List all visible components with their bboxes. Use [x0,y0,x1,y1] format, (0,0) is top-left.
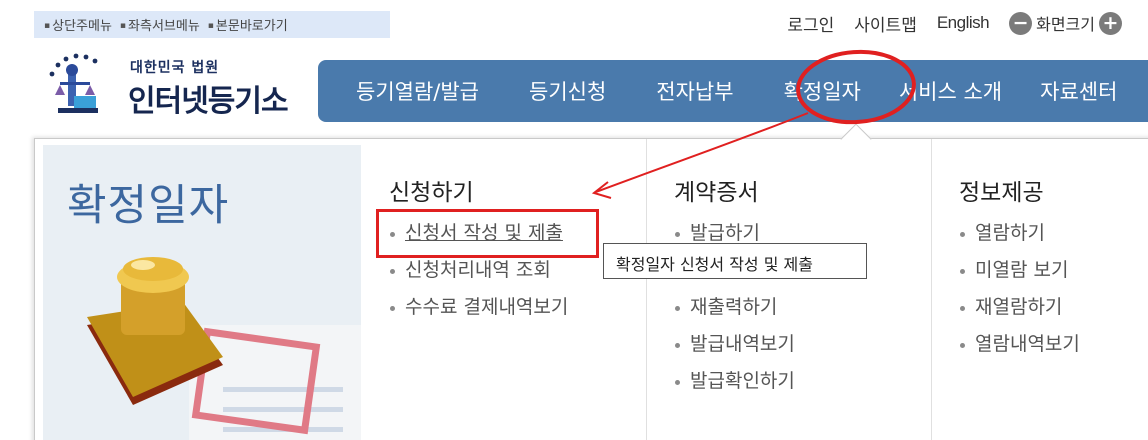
nav-e-payment[interactable]: 전자납부 [656,76,733,106]
nav-resource-center[interactable]: 자료센터 [1040,76,1117,106]
zoom-control: − 화면크기 + [1009,11,1122,35]
nav-registry-view[interactable]: 등기열람/발급 [356,76,479,106]
login-link[interactable]: 로그인 [787,11,834,36]
stamp-icon [87,257,361,440]
zoom-out-icon[interactable]: − [1009,11,1033,35]
menu-item-review[interactable]: 재열람하기 [959,293,1080,330]
utility-menu: 로그인 사이트맵 English − 화면크기 + [767,10,1122,36]
column-heading-contract: 계약증서 [674,180,759,206]
panel-title: 확정일자 [67,181,230,231]
site-logo[interactable]: 대한민국 법원 인터넷등기소 [44,52,294,119]
zoom-in-icon[interactable]: + [1099,11,1122,35]
panel-side-area: 확정일자 [43,145,361,440]
menu-column-info: 정보제공 열람하기 미열람 보기 재열람하기 열람내역보기 [932,139,1148,440]
skip-links: 상단주메뉴 좌측서브메뉴 본문바로가기 [34,11,390,38]
court-emblem-icon [49,53,98,113]
english-link[interactable]: English [937,13,990,33]
menu-item-issue-verify[interactable]: 발급확인하기 [674,367,795,404]
nav-fixed-date[interactable]: 확정일자 [784,76,861,106]
skip-link-content[interactable]: 본문바로가기 [208,15,288,34]
zoom-label: 화면크기 [1036,15,1095,34]
menu-column-apply: 신청하기 신청서 작성 및 제출 신청처리내역 조회 수수료 결제내역보기 [362,139,647,440]
sitemap-link[interactable]: 사이트맵 [854,11,917,36]
nav-service-intro[interactable]: 서비스 소개 [899,76,1002,106]
dropdown-panel: 확정일자 신청하기 신청서 작성 및 제출 신청처리내역 조회 수수료 결제내역… [34,138,1148,440]
column-heading-apply: 신청하기 [389,180,474,206]
menu-item-fee-history[interactable]: 수수료 결제내역보기 [389,293,568,330]
menu-item-unviewed[interactable]: 미열람 보기 [959,256,1080,293]
logo-subtitle: 대한민국 법원 [130,60,220,76]
menu-item-view-history[interactable]: 열람내역보기 [959,330,1080,367]
menu-item-reprint[interactable]: 재출력하기 [674,293,795,330]
highlight-box [376,209,599,258]
menu-item-view[interactable]: 열람하기 [959,219,1080,256]
menu-column-contract: 계약증서 발급하기 재출력하기 발급내역보기 발급확인하기 [647,139,932,440]
logo-title: 인터넷등기소 [128,84,289,119]
skip-link-left-submenu[interactable]: 좌측서브메뉴 [120,15,200,34]
tooltip: 확정일자 신청서 작성 및 제출 [603,243,867,279]
nav-registry-apply[interactable]: 등기신청 [529,76,606,106]
main-nav: 등기열람/발급 등기신청 전자납부 확정일자 서비스 소개 자료센터 [318,60,1148,122]
menu-item-process-history[interactable]: 신청처리내역 조회 [389,256,568,293]
skip-link-top-menu[interactable]: 상단주메뉴 [44,15,112,34]
menu-item-issue-history[interactable]: 발급내역보기 [674,330,795,367]
column-heading-info: 정보제공 [959,180,1044,206]
